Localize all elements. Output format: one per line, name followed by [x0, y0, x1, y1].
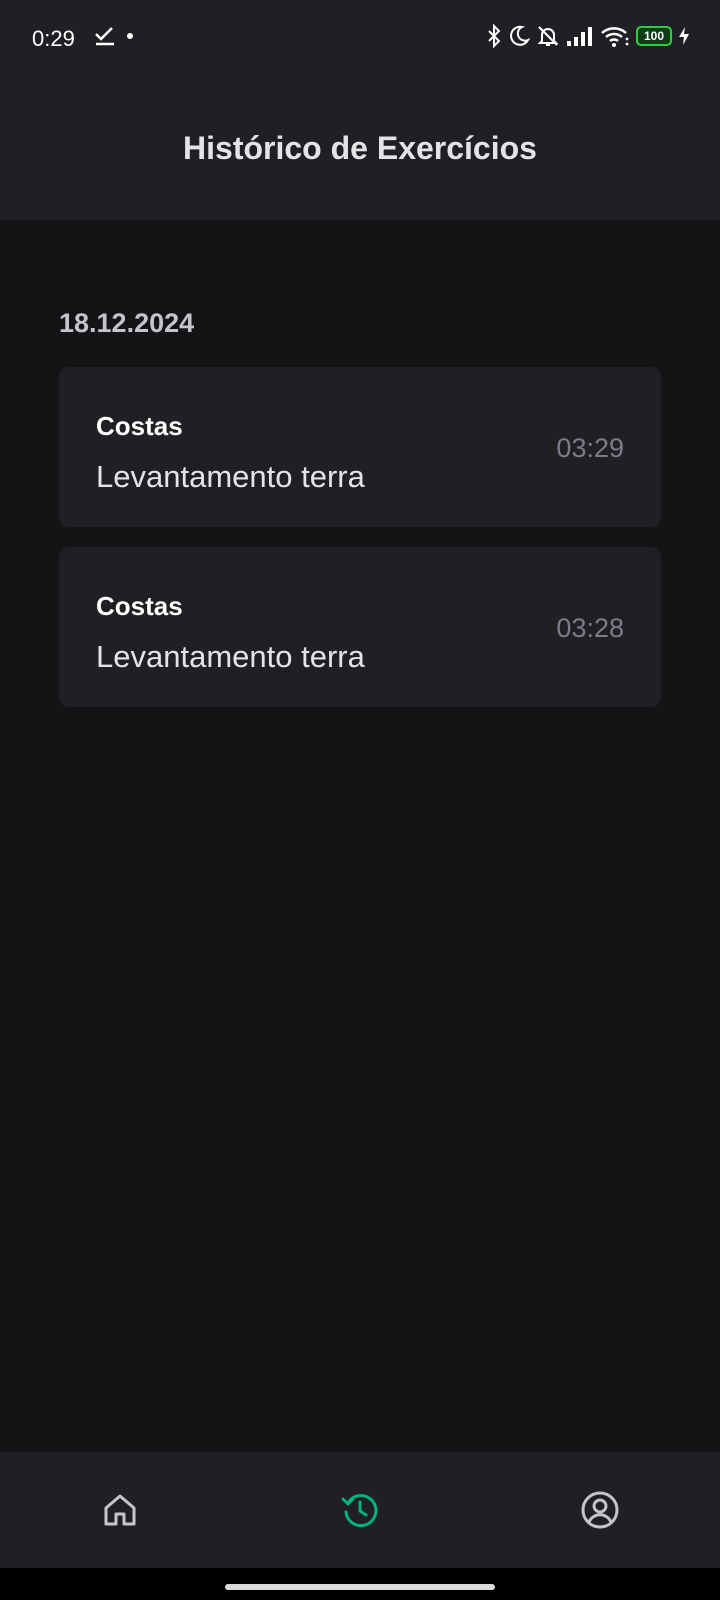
moon-icon [510, 25, 530, 46]
history-item-time: 03:28 [556, 613, 624, 643]
wifi-icon [601, 27, 629, 47]
status-time: 0:29 [32, 26, 75, 51]
history-item-group: Costas [96, 591, 183, 621]
tab-profile[interactable] [576, 1486, 624, 1534]
history-item[interactable]: Costas Levantamento terra 03:29 [59, 367, 661, 527]
home-icon [104, 1494, 136, 1526]
history-item-exercise: Levantamento terra [96, 639, 365, 674]
bell-off-icon [537, 26, 559, 46]
history-list: 18.12.2024 Costas Levantamento terra 03:… [0, 220, 720, 1452]
dot-icon [127, 33, 133, 39]
profile-icon [581, 1491, 619, 1529]
tab-home[interactable] [96, 1486, 144, 1534]
battery-icon: 100 [636, 26, 672, 46]
tab-history[interactable] [336, 1486, 384, 1534]
history-item-group: Costas [96, 411, 183, 441]
history-item-time: 03:29 [556, 433, 624, 463]
app-header: Histórico de Exercícios [0, 80, 720, 220]
signal-icon [567, 27, 592, 46]
charging-icon [679, 27, 689, 45]
history-item[interactable]: Costas Levantamento terra 03:28 [59, 547, 661, 707]
status-bar: 0:29 100 [0, 0, 720, 80]
history-icon [341, 1494, 378, 1528]
check-download-icon [95, 27, 114, 46]
date-heading: 18.12.2024 [59, 308, 195, 338]
bluetooth-icon [488, 24, 501, 48]
bottom-tab-bar [0, 1452, 720, 1568]
gesture-handle[interactable] [225, 1584, 495, 1590]
history-item-exercise: Levantamento terra [96, 459, 365, 494]
page-title: Histórico de Exercícios [183, 130, 537, 166]
